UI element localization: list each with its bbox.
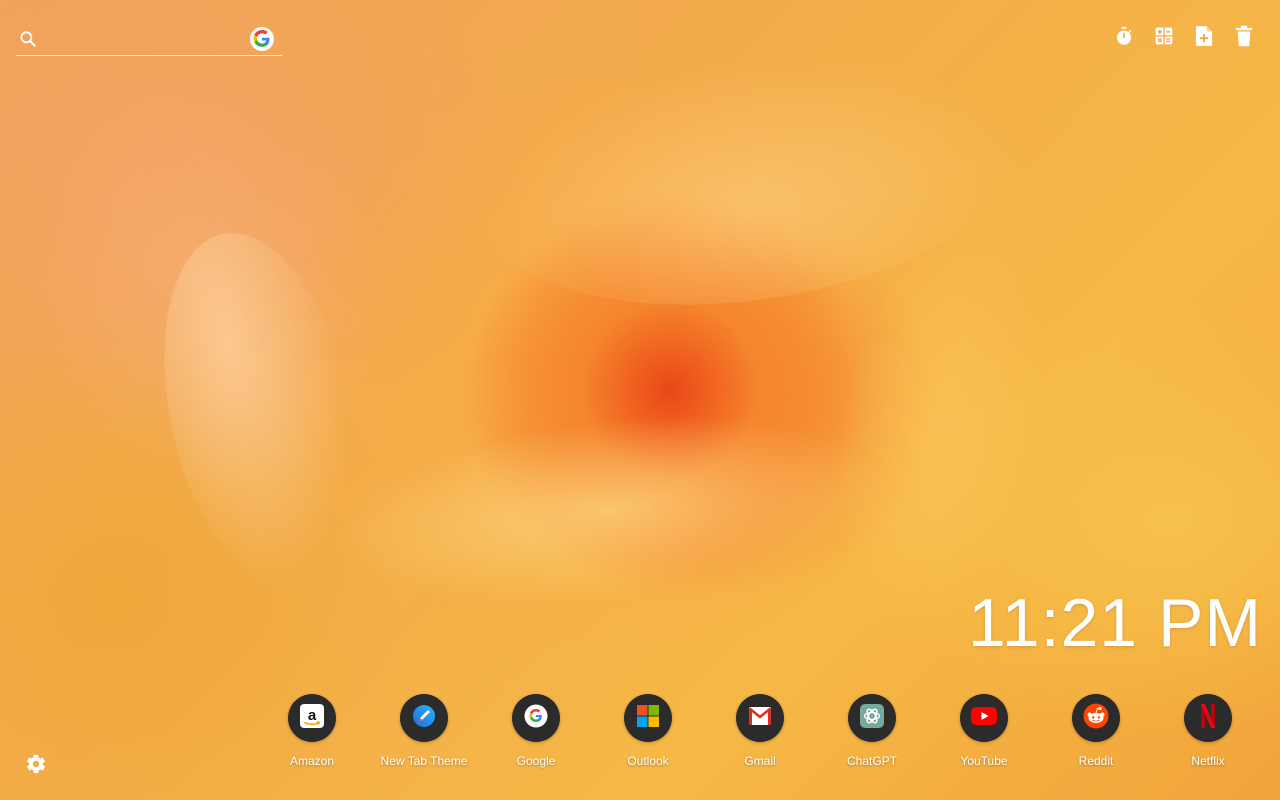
background-petal [0, 0, 448, 548]
google-icon[interactable] [250, 26, 274, 51]
google-icon [524, 704, 548, 733]
shortcut-circle[interactable] [848, 694, 896, 742]
shortcut-reddit[interactable]: Reddit [1040, 694, 1152, 768]
shortcut-circle[interactable] [400, 694, 448, 742]
shortcut-label: New Tab Theme [380, 754, 468, 768]
shortcut-netflix[interactable]: Netflix [1152, 694, 1264, 768]
gmail-icon [748, 706, 772, 731]
shortcut-chatgpt[interactable]: ChatGPT [816, 694, 928, 768]
search-input[interactable] [40, 24, 250, 53]
chatgpt-icon [860, 703, 884, 733]
gear-icon[interactable] [24, 752, 48, 776]
shortcuts-bar: a Amazon New Tab Theme Google Outlook Gm… [256, 694, 1264, 768]
shortcut-google[interactable]: Google [480, 694, 592, 768]
toolbar [1112, 24, 1256, 48]
shortcut-label: Google [516, 754, 556, 768]
shortcut-circle[interactable]: a [288, 694, 336, 742]
amazon-icon: a [300, 703, 324, 733]
shortcut-label: YouTube [960, 754, 1008, 768]
shortcut-circle[interactable] [736, 694, 784, 742]
timer-icon[interactable] [1112, 24, 1136, 48]
shortcut-circle[interactable] [512, 694, 560, 742]
shortcut-gmail[interactable]: Gmail [704, 694, 816, 768]
background-petal [465, 23, 1035, 337]
search-icon[interactable] [16, 27, 40, 51]
shortcut-circle[interactable] [1072, 694, 1120, 742]
shortcut-circle[interactable] [624, 694, 672, 742]
clock-time: 11:21 PM [967, 585, 1262, 661]
youtube-icon [971, 706, 997, 730]
shortcut-outlook[interactable]: Outlook [592, 694, 704, 768]
background-petal [134, 215, 386, 605]
shortcut-circle[interactable] [960, 694, 1008, 742]
microsoft-icon [636, 704, 660, 733]
shortcut-label: Gmail [744, 754, 776, 768]
shortcut-label: Outlook [627, 754, 669, 768]
search-bar [16, 22, 282, 56]
add-note-icon[interactable] [1192, 24, 1216, 48]
shortcut-label: Amazon [289, 754, 335, 768]
svg-text:a: a [308, 707, 317, 724]
shortcut-label: Reddit [1078, 754, 1114, 768]
shortcut-label: ChatGPT [846, 754, 897, 768]
shortcut-amazon[interactable]: a Amazon [256, 694, 368, 768]
shortcut-new-tab-theme[interactable]: New Tab Theme [368, 694, 480, 768]
new-tab-theme-icon [412, 704, 436, 733]
shortcut-youtube[interactable]: YouTube [928, 694, 1040, 768]
shortcut-label: Netflix [1191, 754, 1225, 768]
netflix-icon [1200, 703, 1216, 734]
calculator-icon[interactable] [1152, 24, 1176, 48]
trash-icon[interactable] [1232, 24, 1256, 48]
background-petal [322, 391, 898, 629]
reddit-icon [1083, 703, 1109, 734]
shortcut-circle[interactable] [1184, 694, 1232, 742]
